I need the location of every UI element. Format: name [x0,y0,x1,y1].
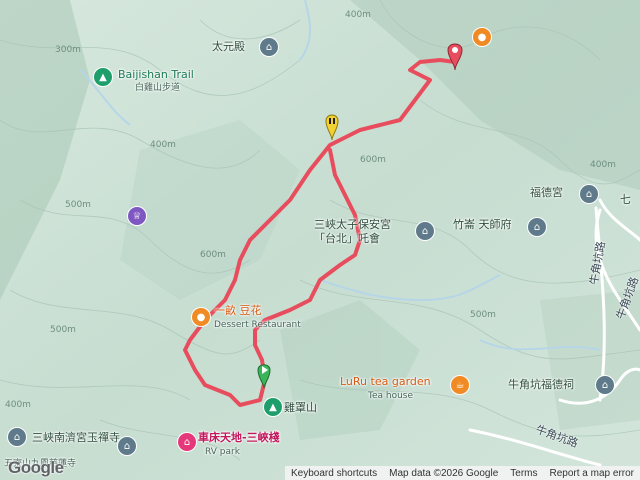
contour-label: 500m [50,325,76,335]
contour-label: 400m [590,160,616,170]
temple-icon[interactable]: ⌂ [528,218,546,236]
terms-link[interactable]: Terms [504,468,543,479]
poi-luru-tea-garden-sub: Tea house [368,391,414,401]
contour-label: 400m [5,400,31,410]
mountain-icon[interactable]: ▲ [264,398,282,416]
contour-label: 500m [65,200,91,210]
castle-icon[interactable]: ♕ [128,207,146,225]
temple-icon[interactable]: ⌂ [260,38,278,56]
temple-icon[interactable]: ⌂ [416,222,434,240]
poi-chechuang-sub: RV park [205,447,240,457]
contour-label: 600m [360,155,386,165]
temple-icon[interactable]: ⌂ [596,376,614,394]
keyboard-shortcuts-link[interactable]: Keyboard shortcuts [285,468,383,479]
rv-park-icon[interactable]: ⌂ [178,433,196,451]
poi-baijishan-trail[interactable]: Baijishan Trail [118,68,194,81]
poi-jicui-mountain[interactable]: 雞罩山 [284,401,317,414]
poi-baijishan-trail-zh: 白雞山步道 [135,83,181,93]
poi-sanxia-nanji[interactable]: 三峽南濟宮玉禪寺 [32,431,120,444]
poi-chechuang-tiandi[interactable]: 車床天地-三峽棧 [198,431,280,444]
poi-luru-tea-garden[interactable]: LuRu tea garden [340,375,431,388]
map-data-attribution: Map data ©2026 Google [389,467,499,479]
poi-fude-temple[interactable]: 福德宮 [530,186,563,199]
poi-zhuqi-tianshi[interactable]: 竹崙 天師府 [453,218,512,231]
google-logo: Google [8,458,64,477]
temple-icon[interactable]: ⌂ [580,185,598,203]
restaurant-icon[interactable]: ● [473,28,491,46]
map-footer: Keyboard shortcuts Map data ©2026 Google… [284,466,640,480]
contour-label: 300m [55,45,81,55]
poi-taiyuan-hall[interactable]: 太元殿 [212,40,245,53]
restaurant-icon[interactable]: ● [192,308,210,326]
poi-qi: 七 [620,193,631,206]
contour-label: 500m [470,310,496,320]
poi-sanxia-taishan-line2: 「台北」吒會 [314,232,380,245]
contour-label: 400m [150,140,176,150]
contour-label: 600m [200,250,226,260]
temple-icon[interactable]: ⌂ [8,428,26,446]
poi-sanxia-taishan-line1[interactable]: 三峽太子保安宮 [314,218,391,231]
report-error-link[interactable]: Report a map error [544,468,640,479]
trail-icon[interactable]: ▲ [94,68,112,86]
cafe-icon[interactable]: ☕ [451,376,469,394]
poi-yimu-douhua-sub: Dessert Restaurant [214,320,301,330]
poi-yimu-douhua[interactable]: 一畝 豆花 [214,304,262,317]
temple-icon[interactable]: ⌂ [118,437,136,455]
poi-niujiaokeng-fude[interactable]: 牛角坑福德祠 [508,378,574,391]
contour-label: 400m [345,10,371,20]
